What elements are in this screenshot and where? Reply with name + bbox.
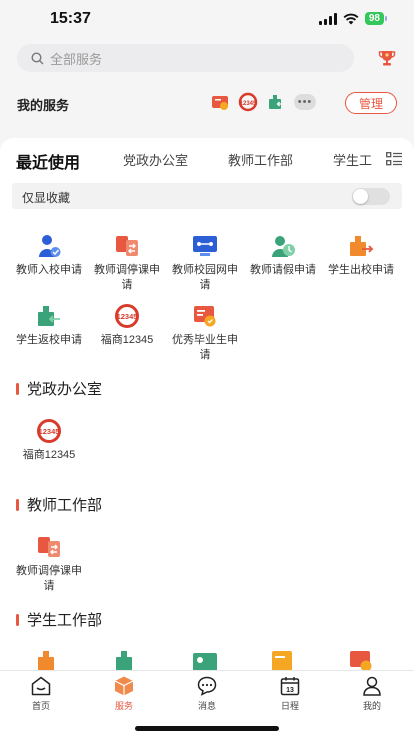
student-return-icon — [116, 651, 132, 670]
signal-icon — [318, 12, 337, 25]
status-icons: 98 — [318, 12, 388, 25]
my-services-icons: 12345 ••• — [210, 92, 316, 112]
graduate-award-icon[interactable] — [210, 92, 230, 112]
trophy-icon[interactable] — [378, 49, 396, 67]
class-swap-icon — [116, 236, 138, 256]
services-panel: 最近使用 党政办公室 教师工作部 学生工 仅显收藏 教师入校申请 教师调停课申请… — [0, 138, 414, 670]
home-icon — [31, 676, 51, 696]
app-tile[interactable]: 12345 福商12345 — [88, 303, 166, 363]
service-box-icon — [114, 676, 134, 696]
user-icon — [363, 676, 381, 696]
app-tile[interactable]: 教师入校申请 — [10, 233, 88, 293]
my-services-title: 我的服务 — [17, 98, 70, 113]
student-exit-icon — [38, 651, 54, 670]
outing-pass-icon — [272, 651, 292, 670]
student-return-icon — [38, 306, 60, 326]
class-swap-icon — [38, 537, 60, 557]
graduate-award-icon — [194, 306, 216, 327]
tab-party-office[interactable]: 党政办公室 — [123, 150, 188, 169]
app-tile[interactable] — [244, 648, 322, 670]
app-tile[interactable] — [88, 648, 166, 670]
leave-request-icon — [272, 236, 295, 257]
app-label: 学生出校申请 — [328, 264, 394, 276]
more-services-button[interactable]: ••• — [294, 94, 316, 110]
tab-recent[interactable]: 最近使用 — [16, 149, 80, 173]
teacher-enter-icon — [39, 235, 61, 257]
app-label: 教师校园网申请 — [172, 264, 238, 291]
manage-button[interactable]: 管理 — [345, 92, 397, 114]
wifi-icon — [343, 13, 359, 24]
app-label: 福商12345 — [100, 334, 154, 346]
id-card-icon — [193, 653, 217, 670]
svg-text:13: 13 — [286, 687, 294, 694]
svg-text:12345: 12345 — [117, 312, 138, 321]
tabbar-label: 我的 — [362, 701, 381, 711]
student-dept-apps — [10, 648, 410, 670]
teacher-dept-apps: 教师调停课申请 — [10, 534, 410, 604]
calendar-icon: 13 — [280, 677, 300, 696]
app-tile[interactable]: 学生返校申请 — [10, 303, 88, 363]
status-time: 15:37 — [50, 10, 91, 27]
message-icon — [197, 676, 217, 696]
tabbar-schedule[interactable]: 13 日程 — [260, 675, 320, 712]
app-label: 学生返校申请 — [16, 334, 82, 346]
battery-indicator: 98 — [364, 12, 388, 25]
tabbar-messages[interactable]: 消息 — [177, 675, 237, 712]
hotline-12345-icon: 12345 — [37, 419, 61, 443]
hotline-12345-icon[interactable]: 12345 — [238, 92, 258, 112]
favorites-only-toggle[interactable] — [352, 188, 390, 205]
app-tile[interactable]: 教师调停课申请 — [10, 534, 88, 594]
student-return-icon[interactable] — [266, 92, 286, 112]
favorites-filter-bar: 仅显收藏 — [12, 183, 402, 209]
app-tile[interactable]: 教师校园网申请 — [166, 233, 244, 293]
section-title-teacher-dept: 教师工作部 — [16, 494, 102, 515]
search-input[interactable]: 全部服务 — [17, 44, 354, 72]
app-tile[interactable]: 学生出校申请 — [322, 233, 400, 293]
tab-student-dept[interactable]: 学生工 — [333, 150, 372, 169]
tabbar-label: 服务 — [114, 701, 133, 711]
category-tabs: 最近使用 党政办公室 教师工作部 学生工 — [0, 138, 414, 180]
category-list-icon[interactable] — [386, 152, 402, 166]
app-tile[interactable]: 教师请假申请 — [244, 233, 322, 293]
campus-network-icon — [193, 236, 217, 256]
student-exit-icon — [350, 236, 374, 256]
tabbar-label: 首页 — [31, 701, 50, 711]
svg-text:12345: 12345 — [39, 427, 60, 436]
party-office-apps: 12345 福商12345 — [10, 418, 410, 473]
app-label: 教师调停课申请 — [16, 565, 82, 592]
app-tile[interactable]: 教师调停课申请 — [88, 233, 166, 293]
app-label: 教师请假申请 — [250, 264, 316, 276]
app-tile[interactable]: 优秀毕业生申请 — [166, 303, 244, 363]
tabbar-label: 日程 — [280, 701, 299, 711]
search-placeholder: 全部服务 — [50, 51, 103, 67]
app-label: 优秀毕业生申请 — [172, 334, 238, 361]
section-title-student-dept: 学生工作部 — [16, 609, 102, 630]
hotline-12345-icon: 12345 — [115, 304, 139, 328]
tab-teacher-dept[interactable]: 教师工作部 — [228, 150, 293, 169]
app-tile[interactable] — [10, 648, 88, 670]
home-indicator — [135, 726, 279, 731]
status-bar: 15:37 98 — [0, 0, 414, 38]
app-label: 教师入校申请 — [16, 264, 82, 276]
app-tile[interactable] — [322, 648, 400, 670]
recent-apps-grid: 教师入校申请 教师调停课申请 教师校园网申请 教师请假申请 学生出校申请 学生返… — [10, 233, 410, 373]
search-icon — [31, 51, 44, 64]
app-label: 福商12345 — [22, 449, 76, 461]
app-tile[interactable]: 12345 福商12345 — [10, 418, 88, 463]
tabbar-services[interactable]: 服务 — [94, 675, 154, 712]
tabbar-label: 消息 — [197, 701, 216, 711]
app-tile[interactable] — [166, 648, 244, 670]
section-title-party-office: 党政办公室 — [16, 378, 102, 399]
graduate-award-icon — [350, 651, 372, 670]
app-label: 教师调停课申请 — [94, 264, 160, 291]
favorites-only-label: 仅显收藏 — [22, 191, 71, 205]
tabbar-home[interactable]: 首页 — [11, 675, 71, 712]
svg-text:12345: 12345 — [240, 101, 257, 107]
tabbar-profile[interactable]: 我的 — [342, 675, 402, 712]
